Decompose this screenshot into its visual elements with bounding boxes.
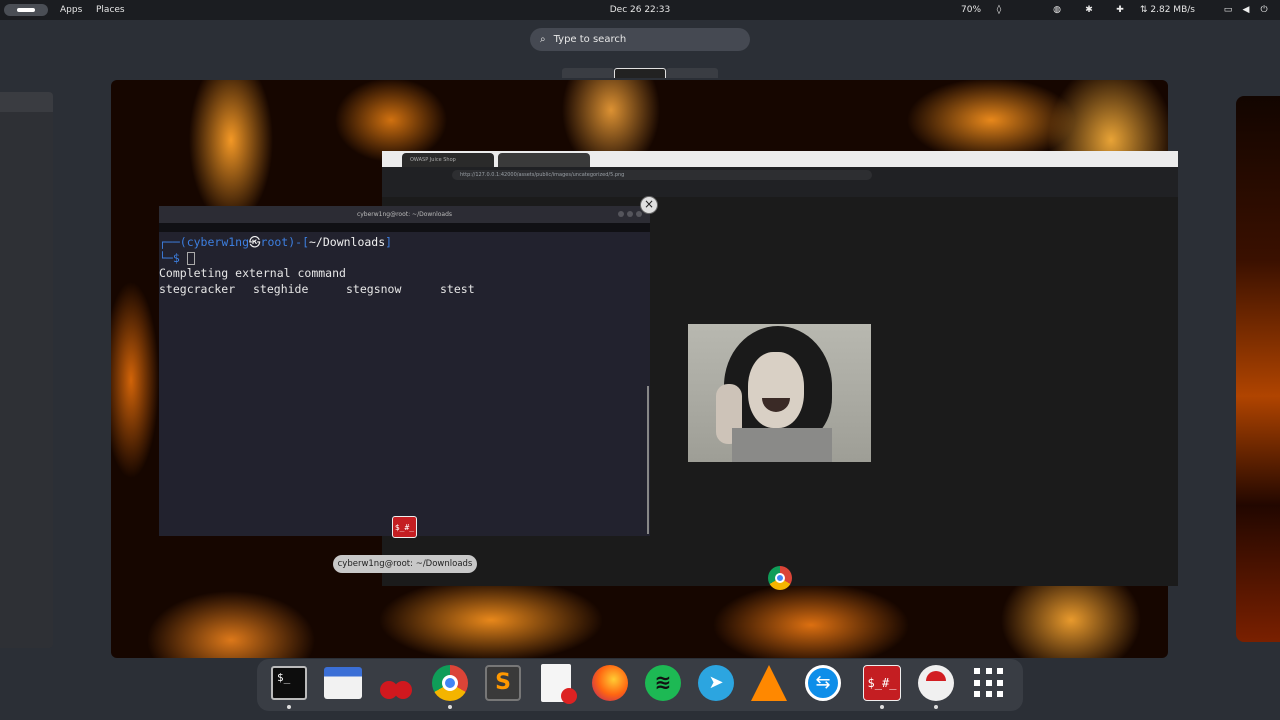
dock-firefox[interactable] <box>590 663 630 703</box>
dock-terminal[interactable]: $_ <box>269 663 309 709</box>
terminal-app-icon[interactable]: $_#_ <box>392 516 417 538</box>
apps-menu[interactable]: Apps <box>60 5 82 15</box>
cursor <box>186 251 195 265</box>
terminal-icon: $_ <box>271 666 307 700</box>
spotify-icon: ≋ <box>645 665 681 701</box>
prompt-line-1: ┌──(cyberw1ng㉿root)-[~/Downloads] <box>159 235 393 249</box>
maximize-icon[interactable] <box>627 211 633 217</box>
dock-telegram[interactable]: ➤ <box>696 663 736 703</box>
dock-spotify[interactable]: ≋ <box>643 663 683 703</box>
completion-item: stegsnow <box>346 281 402 296</box>
dock-text-editor[interactable] <box>536 663 577 704</box>
dock-app-grid[interactable] <box>969 663 1009 703</box>
telegram-icon: ➤ <box>698 665 734 701</box>
dock-cherrytree[interactable] <box>376 663 416 703</box>
dropbox-icon[interactable]: ◊ <box>992 3 1006 17</box>
dock-files[interactable] <box>323 663 363 703</box>
places-menu[interactable]: Places <box>96 5 125 15</box>
teamviewer-icon: ⇆ <box>805 665 841 701</box>
sublime-icon: S <box>485 665 521 701</box>
workspace-thumbnail-active[interactable] <box>614 68 666 78</box>
dock-installer[interactable] <box>916 663 956 709</box>
dock-chrome[interactable] <box>430 663 470 709</box>
kali-terminal-icon: $_#_ <box>863 665 901 701</box>
close-icon[interactable] <box>636 211 642 217</box>
completion-item: steghide <box>253 281 309 296</box>
chrome-icon <box>432 665 468 701</box>
chrome-app-icon[interactable] <box>768 566 792 590</box>
window-caption[interactable]: cyberw1ng@root: ~/Downloads <box>333 555 477 573</box>
terminal-title: cyberw1ng@root: ~/Downloads <box>356 211 453 218</box>
bluetooth-icon[interactable]: ✱ <box>1082 3 1096 17</box>
dock-teamviewer[interactable]: ⇆ <box>803 663 843 703</box>
search-field[interactable]: ⌕ Type to search <box>530 28 750 51</box>
vlc-icon <box>751 665 787 701</box>
workspace-thumbnail[interactable] <box>666 68 718 78</box>
files-icon <box>324 667 362 699</box>
search-placeholder: Type to search <box>553 34 627 45</box>
workspace-left-preview[interactable] <box>0 92 53 648</box>
vpn-icon[interactable]: ◍ <box>1050 3 1064 17</box>
completion-list: stegcracker steghide stegsnow stest <box>159 282 650 298</box>
dock: $_ S ≋ ➤ ⇆ $_#_ <box>257 659 1023 711</box>
cherry-icon <box>378 665 414 701</box>
chrome-toolbar: http://127.0.0.1:42000/assets/public/ima… <box>382 167 1178 183</box>
text-editor-icon <box>541 664 577 704</box>
terminal-titlebar[interactable]: cyberw1ng@root: ~/Downloads <box>159 206 650 223</box>
chrome-tab-active[interactable] <box>498 153 590 167</box>
firefox-icon <box>592 665 628 701</box>
chrome-bookmarks-bar <box>382 183 1178 197</box>
completion-item: stegcracker <box>159 281 236 296</box>
volume-icon[interactable]: ◀ <box>1239 3 1253 17</box>
app-grid-icon <box>974 668 1004 698</box>
clock[interactable]: Dec 26 22:33 <box>600 5 680 15</box>
activities-button[interactable] <box>4 4 48 16</box>
displayed-image <box>688 324 871 462</box>
battery-indicator[interactable]: 70% <box>961 5 981 15</box>
minimize-icon[interactable] <box>618 211 624 217</box>
workspace-thumbnail[interactable] <box>562 68 614 78</box>
completion-item: stest <box>440 281 475 296</box>
chrome-address-bar[interactable]: http://127.0.0.1:42000/assets/public/ima… <box>452 170 872 180</box>
completion-header: Completing external command <box>159 266 346 280</box>
chrome-tabbar: OWASP Juice Shop <box>382 151 1178 167</box>
extensions-icon[interactable]: ✚ <box>1113 3 1127 17</box>
workspace-right-preview[interactable] <box>1236 96 1280 642</box>
chrome-tab[interactable]: OWASP Juice Shop <box>402 153 494 167</box>
terminal-scrollbar[interactable] <box>647 386 649 534</box>
top-bar: Apps Places Dec 26 22:33 70% ◊ ◍ ✱ ✚ ⇅ 2… <box>0 0 1280 20</box>
network-speed: ⇅ 2.82 MB/s <box>1140 5 1195 15</box>
dock-kali-terminal[interactable]: $_#_ <box>862 663 902 709</box>
terminal-tabline <box>159 223 650 232</box>
dock-vlc[interactable] <box>749 663 789 703</box>
close-window-button[interactable]: × <box>640 196 658 214</box>
screen-icon[interactable]: ▭ <box>1221 3 1235 17</box>
dock-sublime[interactable]: S <box>483 663 523 703</box>
terminal-output[interactable]: ┌──(cyberw1ng㉿root)-[~/Downloads] └─$ Co… <box>159 232 650 297</box>
installer-icon <box>918 665 954 701</box>
prompt-line-2: └─$ <box>159 251 650 267</box>
search-icon: ⌕ <box>540 34 546 45</box>
power-icon[interactable]: ⏻ <box>1257 3 1271 17</box>
terminal-window[interactable]: cyberw1ng@root: ~/Downloads ┌──(cyberw1n… <box>159 206 650 536</box>
